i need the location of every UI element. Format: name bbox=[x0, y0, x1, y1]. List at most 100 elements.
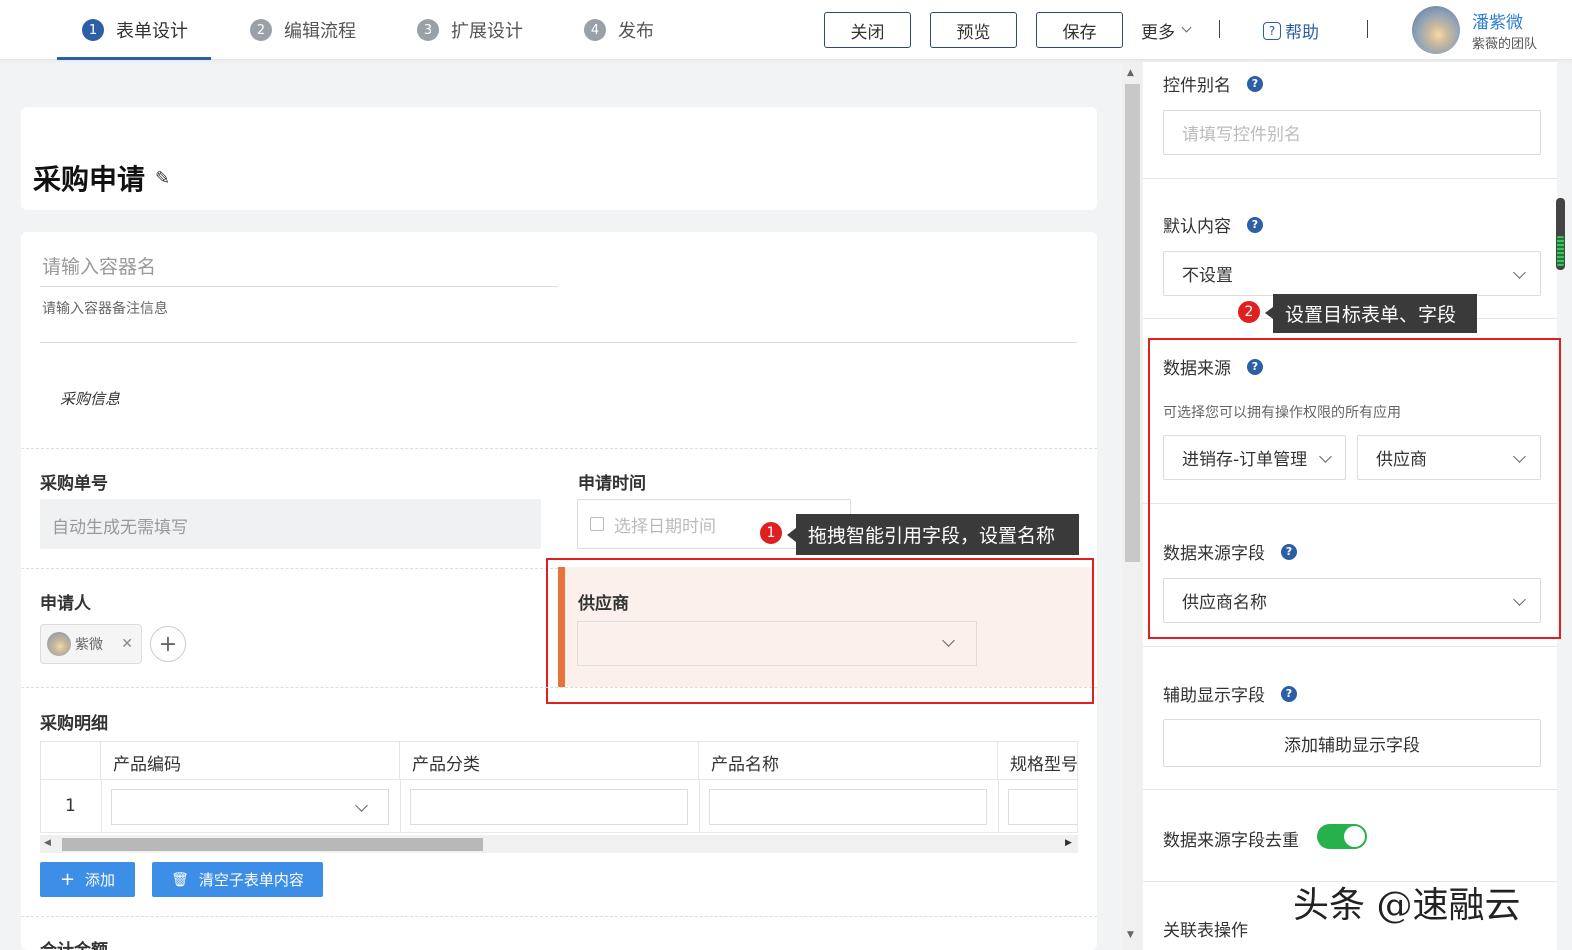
table-header-divider bbox=[41, 779, 1077, 780]
default-content-label-text: 默认内容 bbox=[1163, 217, 1231, 237]
panel-divider bbox=[1143, 646, 1557, 647]
divider bbox=[40, 342, 1077, 343]
watermark: 头条 @速融云 bbox=[1293, 885, 1521, 926]
step-label: 编辑流程 bbox=[284, 21, 356, 42]
aux-display-label: 辅助显示字段 ? bbox=[1163, 681, 1297, 706]
container-name-underline bbox=[40, 286, 558, 287]
annotation-tooltip-1: 拖拽智能引用字段，设置名称 bbox=[796, 514, 1079, 555]
user-team: 紫薇的团队 bbox=[1472, 37, 1538, 52]
default-content-value: 不设置 bbox=[1182, 266, 1233, 286]
alias-label-text: 控件别名 bbox=[1163, 76, 1231, 96]
active-step-underline bbox=[57, 57, 211, 60]
product-code-select[interactable] bbox=[111, 789, 389, 825]
step-edit-flow[interactable]: 2 编辑流程 bbox=[250, 0, 356, 60]
row-divider bbox=[21, 687, 1097, 688]
more-label: 更多 bbox=[1141, 23, 1175, 43]
highlight-frame-supplier bbox=[546, 558, 1094, 704]
container-name-input[interactable]: 请输入容器名 bbox=[42, 252, 156, 279]
tooltip-arrow bbox=[1265, 307, 1273, 319]
panel-scroll-grip bbox=[1557, 236, 1564, 266]
aux-display-label-text: 辅助显示字段 bbox=[1163, 686, 1265, 706]
table-header: 产品分类 bbox=[400, 742, 699, 779]
annotation-badge-2: 2 bbox=[1236, 299, 1262, 325]
scrollbar-thumb[interactable] bbox=[62, 838, 483, 851]
detail-subtable: 产品编码 产品分类 产品名称 规格型号 1 bbox=[40, 741, 1078, 833]
order-no-label: 采购单号 bbox=[40, 474, 108, 494]
close-icon[interactable]: ✕ bbox=[121, 636, 133, 652]
apply-time-label: 申请时间 bbox=[578, 474, 646, 494]
scrollbar-thumb[interactable] bbox=[1125, 84, 1140, 562]
step-label: 表单设计 bbox=[116, 21, 188, 42]
annotation-badge-1: 1 bbox=[758, 520, 784, 546]
add-row-label: 添加 bbox=[85, 871, 116, 889]
product-category-input[interactable] bbox=[410, 789, 688, 825]
title-card bbox=[21, 107, 1097, 210]
step-number: 1 bbox=[82, 19, 104, 41]
close-button[interactable]: 关闭 bbox=[824, 12, 911, 48]
default-content-label: 默认内容 ? bbox=[1163, 212, 1263, 237]
question-mark-icon[interactable]: ? bbox=[1247, 216, 1263, 233]
spec-model-input[interactable] bbox=[1008, 789, 1077, 825]
step-label: 扩展设计 bbox=[451, 21, 523, 42]
row-divider bbox=[21, 448, 1097, 449]
row-number: 1 bbox=[65, 796, 76, 816]
tooltip-arrow bbox=[787, 528, 796, 542]
toolbar-divider bbox=[1219, 20, 1220, 38]
annotation-tooltip-2: 设置目标表单、字段 bbox=[1273, 294, 1477, 333]
scroll-up-arrow-icon[interactable]: ▲ bbox=[1127, 68, 1134, 78]
user-name[interactable]: 潘紫微 bbox=[1472, 8, 1523, 33]
row-divider bbox=[21, 916, 1097, 917]
panel-divider bbox=[1143, 789, 1557, 790]
question-mark-icon[interactable]: ? bbox=[1247, 75, 1263, 92]
trash-icon: 🗑 bbox=[171, 871, 189, 888]
clear-subform-label: 清空子表单内容 bbox=[198, 871, 304, 889]
applicant-chip[interactable]: 紫微 ✕ bbox=[40, 624, 142, 664]
user-avatar[interactable] bbox=[1412, 6, 1460, 54]
default-content-select[interactable]: 不设置 bbox=[1163, 251, 1541, 296]
step-extension-design[interactable]: 3 扩展设计 bbox=[417, 0, 523, 60]
alias-label: 控件别名 ? bbox=[1163, 71, 1263, 96]
dedupe-label: 数据来源字段去重 bbox=[1163, 831, 1299, 851]
table-header: 产品名称 bbox=[699, 742, 998, 779]
avatar bbox=[47, 632, 71, 656]
help-link[interactable]: ? 帮助 bbox=[1263, 18, 1319, 43]
row-divider bbox=[21, 568, 558, 569]
preview-button[interactable]: 预览 bbox=[930, 12, 1017, 48]
plus-icon: + bbox=[59, 869, 76, 890]
apply-time-placeholder: 选择日期时间 bbox=[614, 516, 716, 537]
help-icon: ? bbox=[1263, 21, 1281, 40]
calendar-icon bbox=[590, 517, 604, 531]
panel-divider bbox=[1143, 178, 1557, 179]
question-mark-icon[interactable]: ? bbox=[1281, 685, 1297, 702]
step-number: 4 bbox=[584, 19, 606, 41]
add-aux-field-button[interactable]: 添加辅助显示字段 bbox=[1163, 719, 1541, 767]
alias-input[interactable]: 请填写控件别名 bbox=[1163, 110, 1541, 155]
highlight-frame-data-source bbox=[1148, 338, 1561, 639]
container-note-input[interactable]: 请输入容器备注信息 bbox=[42, 298, 168, 318]
applicant-chip-name: 紫微 bbox=[75, 637, 103, 653]
help-label: 帮助 bbox=[1285, 23, 1319, 43]
add-applicant-button[interactable]: + bbox=[150, 626, 186, 662]
form-title-text: 采购申请 bbox=[33, 163, 146, 196]
order-no-field: 自动生成无需填写 bbox=[40, 499, 541, 549]
top-bar bbox=[0, 0, 1572, 60]
edit-pencil-icon[interactable]: ✎ bbox=[155, 168, 170, 189]
section-caption: 采购信息 bbox=[60, 390, 121, 408]
step-number: 2 bbox=[250, 19, 272, 41]
form-title[interactable]: 采购申请 ✎ bbox=[33, 158, 170, 198]
clear-subform-button[interactable]: 🗑 清空子表单内容 bbox=[152, 862, 323, 897]
step-publish[interactable]: 4 发布 bbox=[584, 0, 654, 60]
scroll-down-arrow-icon[interactable]: ▼ bbox=[1127, 930, 1134, 940]
more-menu[interactable]: 更多 bbox=[1141, 18, 1195, 43]
save-button[interactable]: 保存 bbox=[1036, 12, 1123, 48]
step-label: 发布 bbox=[618, 21, 654, 42]
scroll-right-arrow-icon[interactable]: ▶ bbox=[1065, 838, 1072, 848]
related-table-label: 关联表操作 bbox=[1163, 921, 1248, 941]
applicant-label: 申请人 bbox=[40, 594, 91, 614]
chevron-down-icon bbox=[1181, 22, 1195, 38]
toggle-knob bbox=[1344, 826, 1365, 847]
scroll-left-arrow-icon[interactable]: ◀ bbox=[44, 838, 51, 848]
add-row-button[interactable]: + 添加 bbox=[40, 862, 135, 897]
step-form-design[interactable]: 1 表单设计 bbox=[82, 0, 188, 60]
product-name-input[interactable] bbox=[709, 789, 987, 825]
